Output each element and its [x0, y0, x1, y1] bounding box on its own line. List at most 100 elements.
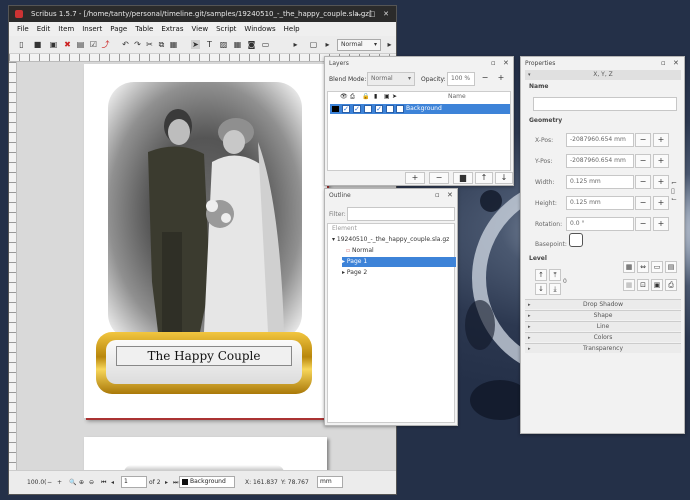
lock-size-icon[interactable]: ⊡: [637, 279, 649, 291]
minimize-button[interactable]: —: [353, 9, 363, 19]
opacity-increase-button[interactable]: +: [493, 72, 509, 86]
view-mode-select[interactable]: Normal ▾: [337, 39, 381, 51]
drop-shadow-section[interactable]: ▸ Drop Shadow: [525, 299, 681, 309]
menu-item[interactable]: Item: [54, 22, 78, 36]
zoom-in-icon[interactable]: +: [57, 479, 62, 486]
lock-icon[interactable]: ▣: [651, 279, 663, 291]
layer-row[interactable]: ✓ ✓ ✓ Background: [330, 104, 510, 114]
width-decrease-button[interactable]: −: [635, 175, 651, 189]
page-number-field[interactable]: 1: [121, 476, 147, 488]
more-arrow-icon[interactable]: ▸: [323, 40, 332, 49]
menu-view[interactable]: View: [187, 22, 212, 36]
width-increase-button[interactable]: +: [653, 175, 669, 189]
caption-frame[interactable]: The Happy Couple: [96, 332, 312, 394]
transform-icon[interactable]: ▤: [665, 261, 677, 273]
float-panel-icon[interactable]: ▫: [661, 59, 666, 67]
menu-script[interactable]: Script: [212, 22, 240, 36]
xpos-field[interactable]: -2087960.654 mm: [566, 133, 634, 147]
flip-vertical-icon[interactable]: ▭: [651, 261, 663, 273]
lower-level-icon[interactable]: ↓: [535, 283, 547, 295]
print-enable-icon[interactable]: ⎙: [665, 279, 677, 291]
shape-section[interactable]: ▸ Shape: [525, 310, 681, 320]
image-frame-icon[interactable]: ▨: [219, 40, 228, 49]
xpos-increase-button[interactable]: +: [653, 133, 669, 147]
keep-ratio-chain-icon[interactable]: ⌐ ▯ ⌙: [671, 179, 677, 203]
zoom-value[interactable]: 100.0(: [27, 479, 47, 486]
close-button[interactable]: ✕: [381, 9, 391, 19]
master-page-item[interactable]: ▫ Normal: [346, 246, 374, 256]
polygon-icon[interactable]: ▭: [261, 40, 270, 49]
shape-icon[interactable]: ◙: [247, 40, 256, 49]
copy-icon[interactable]: ⧉: [157, 40, 166, 49]
blend-mode-select[interactable]: Normal ▾: [367, 72, 415, 86]
save-icon[interactable]: ▣: [49, 40, 58, 49]
remove-layer-button[interactable]: −: [429, 172, 449, 184]
layer-print-checkbox[interactable]: ✓: [353, 105, 361, 113]
name-field[interactable]: [533, 97, 677, 111]
trash-icon[interactable]: ▆: [453, 172, 473, 184]
layer-outline-checkbox[interactable]: [386, 105, 394, 113]
rotation-field[interactable]: 0.0 °: [566, 217, 634, 231]
opacity-decrease-button[interactable]: −: [477, 72, 493, 86]
vertical-ruler[interactable]: [9, 62, 17, 470]
opacity-field[interactable]: 100 %: [447, 72, 475, 86]
unit-select[interactable]: mm: [317, 476, 343, 488]
page-2[interactable]: [84, 437, 327, 470]
undo-icon[interactable]: ↶: [121, 40, 130, 49]
ypos-field[interactable]: -2087960.654 mm: [566, 154, 634, 168]
raise-layer-button[interactable]: ↑: [475, 172, 493, 184]
close-document-icon[interactable]: ✖: [63, 40, 72, 49]
menu-page[interactable]: Page: [106, 22, 131, 36]
menu-windows[interactable]: Windows: [240, 22, 279, 36]
filter-input[interactable]: [347, 207, 455, 221]
height-decrease-button[interactable]: −: [635, 196, 651, 210]
lower-layer-button[interactable]: ↓: [495, 172, 513, 184]
page-1-item[interactable]: ▸ Page 1: [342, 257, 456, 267]
height-field[interactable]: 0.125 mm: [566, 196, 634, 210]
menu-file[interactable]: File: [13, 22, 33, 36]
zoom-fit-icon[interactable]: ⊖: [89, 479, 94, 486]
close-panel-icon[interactable]: ✕: [447, 191, 453, 199]
document-tree-node[interactable]: ▾ 19240510_-_the_happy_couple.sla.gz: [332, 235, 449, 245]
layer-select-checkbox[interactable]: [396, 105, 404, 113]
raise-to-top-icon[interactable]: ⤒: [549, 269, 561, 281]
lock-position-icon[interactable]: ▦: [623, 279, 635, 291]
width-field[interactable]: 0.125 mm: [566, 175, 634, 189]
toolbar-overflow-icon[interactable]: ▸: [385, 40, 394, 49]
page-2-item[interactable]: ▸ Page 2: [342, 268, 367, 278]
ypos-increase-button[interactable]: +: [653, 154, 669, 168]
menu-extras[interactable]: Extras: [157, 22, 187, 36]
preflight-icon[interactable]: ☑: [89, 40, 98, 49]
layer-visible-checkbox[interactable]: ✓: [342, 105, 350, 113]
menu-help[interactable]: Help: [280, 22, 304, 36]
prev-page-icon[interactable]: ◂: [111, 479, 114, 486]
open-icon[interactable]: ■: [33, 40, 42, 49]
xpos-decrease-button[interactable]: −: [635, 133, 651, 147]
wedding-photo-frame[interactable]: [108, 82, 302, 340]
basepoint-selector-icon[interactable]: [569, 233, 583, 247]
zoom-out-icon[interactable]: −: [47, 479, 52, 486]
ypos-decrease-button[interactable]: −: [635, 154, 651, 168]
flip-grid-icon[interactable]: ▦: [623, 261, 635, 273]
lower-to-bottom-icon[interactable]: ⤓: [549, 283, 561, 295]
float-panel-icon[interactable]: ▫: [491, 59, 496, 67]
menu-table[interactable]: Table: [131, 22, 157, 36]
paste-icon[interactable]: ▦: [169, 40, 178, 49]
redo-icon[interactable]: ↷: [133, 40, 142, 49]
last-page-icon[interactable]: ⏭: [173, 479, 178, 487]
menu-edit[interactable]: Edit: [33, 22, 55, 36]
first-page-icon[interactable]: ⏮: [101, 479, 106, 487]
close-panel-icon[interactable]: ✕: [503, 59, 509, 67]
zoom-magnify-icon[interactable]: 🔍: [69, 479, 76, 486]
table-icon[interactable]: ▦: [233, 40, 242, 49]
more-tools-icon[interactable]: ▸: [291, 40, 300, 49]
page-1[interactable]: The Happy Couple: [84, 64, 327, 418]
menu-insert[interactable]: Insert: [78, 22, 106, 36]
layer-lock-checkbox[interactable]: [364, 105, 372, 113]
new-document-icon[interactable]: ▯: [17, 40, 26, 49]
layer-flow-checkbox[interactable]: ✓: [375, 105, 383, 113]
line-section[interactable]: ▸ Line: [525, 321, 681, 331]
layer-select[interactable]: Background: [179, 476, 235, 488]
pdf-export-icon[interactable]: ⤴: [101, 40, 110, 49]
preview-mode-icon[interactable]: ▢: [309, 40, 318, 49]
